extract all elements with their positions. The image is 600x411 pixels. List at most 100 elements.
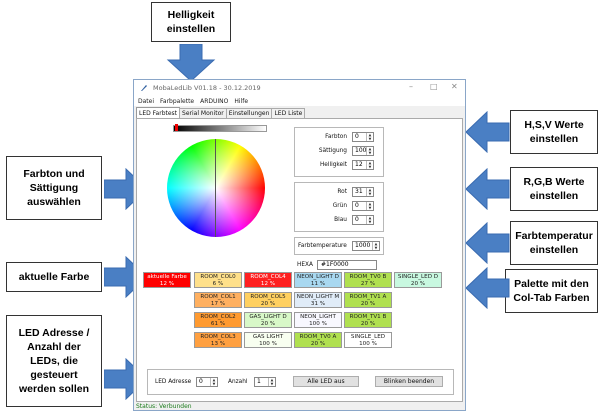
palette-cell[interactable]: ROOM_COL5 20 % <box>244 292 292 308</box>
tab-einstellungen[interactable]: Einstellungen <box>225 108 273 118</box>
spin-arrows-icon[interactable]: ▲ ▼ <box>210 378 217 386</box>
palette-cell[interactable]: NEON_LIGHT M 31 % <box>294 292 342 308</box>
led-address-spinbox[interactable]: 0 ▲ ▼ <box>196 377 218 387</box>
spin-arrows-icon[interactable]: ▲ ▼ <box>366 216 373 224</box>
palette-cell-percent: 100 % <box>309 321 327 327</box>
hex-input[interactable]: #1F0000 <box>317 260 377 270</box>
palette-cell-name: aktuelle Farbe <box>147 274 187 280</box>
tab-led-farbtest[interactable]: LED Farbtest <box>136 107 181 118</box>
tab-serial-monitor[interactable]: Serial Monitor <box>179 108 227 118</box>
hue-spinbox[interactable]: 0 ▲ ▼ <box>352 132 374 142</box>
led-address-label: LED Adresse <box>155 379 192 385</box>
close-icon[interactable]: ✕ <box>451 82 458 91</box>
stop-blinking-button[interactable]: Blinken beenden <box>375 376 443 387</box>
tab-led-liste[interactable]: LED Liste <box>271 108 306 118</box>
palette-cell[interactable]: ROOM_TV1 B 20 % <box>344 312 392 328</box>
led-control-group: LED Adresse 0 ▲ ▼ Anzahl 1 ▲ ▼ Alle LED aus … <box>147 369 454 395</box>
palette-cell-name: SINGLE_LED D <box>397 274 439 280</box>
palette-cell[interactable]: ROOM_COL1 17 % <box>194 292 242 308</box>
palette-cell[interactable]: NEON_LIGHT 100 % <box>294 312 342 328</box>
palette-cell-name: ROOM_COL0 <box>200 274 236 280</box>
spin-arrows-icon[interactable]: ▲ ▼ <box>268 378 275 386</box>
blue-spinbox[interactable]: 0 ▲ ▼ <box>352 215 374 225</box>
palette-cell[interactable]: GAS_LIGHT D 20 % <box>244 312 292 328</box>
callout-temperature-text: Farbtemperatur einstellen <box>515 230 593 256</box>
callout-hsv-text: H,S,V Werte einstellen <box>524 119 584 145</box>
palette-cell[interactable]: NEON_LIGHT D 11 % <box>294 272 342 288</box>
led-count-spinbox[interactable]: 1 ▲ ▼ <box>254 377 276 387</box>
spin-arrows-icon[interactable]: ▲ ▼ <box>366 133 373 141</box>
palette-cell[interactable]: SINGLE_LED 100 % <box>344 332 392 348</box>
menu-bar: Datei Farbpalette ARDUINO Hilfe <box>134 96 465 106</box>
palette-cell[interactable]: GAS LIGHT 100 % <box>244 332 292 348</box>
menu-farbpalette[interactable]: Farbpalette <box>160 98 194 105</box>
led-count-value: 1 <box>257 378 261 385</box>
palette-cell[interactable]: ROOM_TV0 A 20 % <box>294 332 342 348</box>
callout-palette-text: Palette mit den Col-Tab Farben <box>513 278 590 304</box>
callout-led-address-text: LED Adresse / Anzahl der LEDs, die geste… <box>18 327 90 395</box>
palette-cell-percent: 61 % <box>210 321 226 327</box>
palette-cell-percent: 6 % <box>212 281 224 287</box>
feather-icon <box>141 85 147 91</box>
palette-cell[interactable]: ROOM_TV0 B 27 % <box>344 272 392 288</box>
palette-cell-name: NEON_LIGHT M <box>296 294 340 300</box>
palette-cell-percent: 11 % <box>310 281 326 287</box>
maximize-icon[interactable]: □ <box>430 82 438 91</box>
spin-arrows-icon[interactable]: ▲ ▼ <box>366 202 373 210</box>
minimize-icon[interactable]: – <box>409 82 413 91</box>
palette-cell-name: ROOM_COL3 <box>200 334 236 340</box>
palette-cell[interactable]: SINGLE_LED D 20 % <box>394 272 442 288</box>
menu-datei[interactable]: Datei <box>138 98 154 105</box>
palette-cell-name: GAS LIGHT <box>252 334 284 340</box>
blue-label: Blau <box>334 217 347 223</box>
callout-rgb-text: R,G,B Werte einstellen <box>523 176 585 202</box>
hex-label: HEXA <box>297 262 313 268</box>
palette-cell[interactable]: ROOM_COL0 6 % <box>194 272 242 288</box>
palette-cell[interactable]: ROOM_COL2 61 % <box>194 312 242 328</box>
palette-cell-name: GAS_LIGHT D <box>249 314 287 320</box>
palette-cell-percent: 12 % <box>159 281 175 287</box>
callout-rgb: R,G,B Werte einstellen <box>510 167 598 211</box>
rgb-group: Rot 31 ▲ ▼ Grün 0 ▲ ▼ Blau 0 ▲ ▼ <box>294 182 384 232</box>
saturation-label: Sättigung <box>318 148 347 154</box>
palette-cell[interactable]: ROOM_COL4 12 % <box>244 272 292 288</box>
palette-cell[interactable]: ROOM_COL3 13 % <box>194 332 242 348</box>
brightness-slider-handle[interactable] <box>175 124 178 131</box>
callout-hue-sat-text: Farbton und Sättigung auswählen <box>23 168 85 208</box>
palette-cell[interactable]: ROOM_TV1 A 20 % <box>344 292 392 308</box>
led-farbtest-panel: Farbton 0 ▲ ▼ Sättigung 100 ▲ ▼ Helligkeit 1… <box>136 118 463 402</box>
current-color-swatch[interactable]: aktuelle Farbe 12 % <box>143 272 191 288</box>
temperature-group: Farbtemperature 1000 ▲ ▼ <box>294 237 384 255</box>
color-wheel[interactable] <box>167 139 265 237</box>
spin-arrows-icon[interactable]: ▲ ▼ <box>366 188 373 196</box>
arrow-left-icon <box>466 222 510 264</box>
menu-arduino[interactable]: ARDUINO <box>200 98 228 105</box>
brightness-spinbox[interactable]: 12 ▲ ▼ <box>352 160 374 170</box>
menu-hilfe[interactable]: Hilfe <box>234 98 248 105</box>
status-bar: Status: Verbunden <box>136 403 192 410</box>
callout-palette: Palette mit den Col-Tab Farben <box>505 269 598 313</box>
palette-cell-percent: 17 % <box>210 301 226 307</box>
saturation-spinbox[interactable]: 100 ▲ ▼ <box>352 146 374 156</box>
red-value: 31 <box>355 188 363 195</box>
spin-arrows-icon[interactable]: ▲ ▼ <box>366 147 373 155</box>
all-leds-off-button[interactable]: Alle LED aus <box>293 376 359 387</box>
spin-arrows-icon[interactable]: ▲ ▼ <box>366 161 373 169</box>
color-wheel-marker[interactable] <box>215 139 216 237</box>
green-spinbox[interactable]: 0 ▲ ▼ <box>352 201 374 211</box>
palette-cell-name: ROOM_TV1 B <box>349 314 387 320</box>
palette-cell-percent: 20 % <box>410 281 426 287</box>
palette-cell-name: NEON_LIGHT <box>300 314 336 320</box>
palette-cell-percent: 13 % <box>210 341 226 347</box>
saturation-value: 100 <box>355 147 367 154</box>
tab-bar: LED Farbtest Serial Monitor Einstellunge… <box>136 107 306 118</box>
palette-cell-percent: 20 % <box>260 321 276 327</box>
hue-value: 0 <box>355 133 359 140</box>
temperature-spinbox[interactable]: 1000 ▲ ▼ <box>352 241 380 251</box>
palette-cell-percent: 100 % <box>359 341 377 347</box>
palette-cell-percent: 12 % <box>260 281 276 287</box>
palette-cell-percent: 20 % <box>310 341 326 347</box>
brightness-slider[interactable] <box>173 125 267 132</box>
spin-arrows-icon[interactable]: ▲ ▼ <box>372 242 379 250</box>
red-spinbox[interactable]: 31 ▲ ▼ <box>352 187 374 197</box>
